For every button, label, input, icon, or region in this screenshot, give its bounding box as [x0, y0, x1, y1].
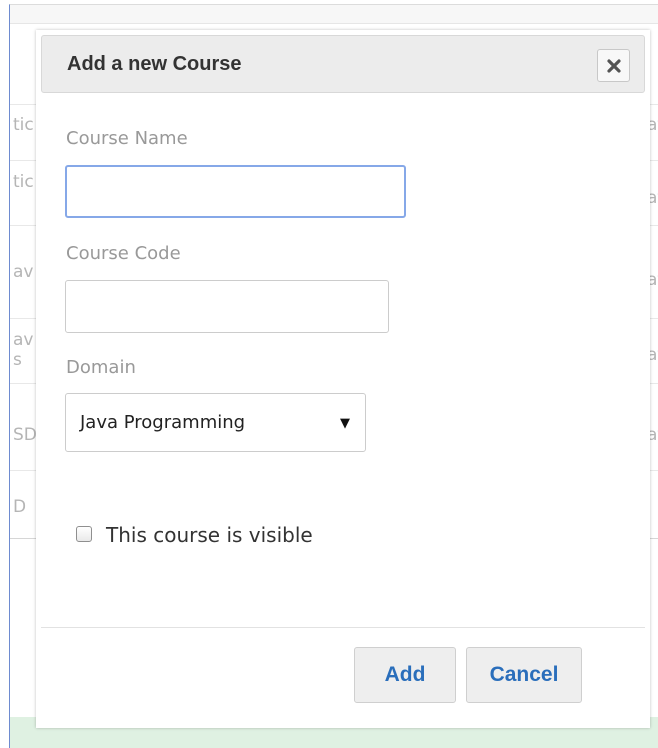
background-cell-text: tic [13, 115, 34, 135]
domain-select[interactable]: Java Programming ▼ [65, 393, 366, 452]
domain-selected-value: Java Programming [80, 412, 246, 433]
course-code-input[interactable] [65, 280, 389, 333]
background-cell-text: av [13, 262, 34, 282]
course-code-label: Course Code [66, 243, 181, 264]
close-icon [607, 59, 621, 73]
domain-label: Domain [66, 357, 136, 378]
course-name-label: Course Name [66, 128, 188, 149]
visible-checkbox[interactable] [76, 526, 92, 542]
background-cell-text: tic [13, 172, 34, 192]
add-course-dialog: Add a new Course Course Name Course Code… [36, 30, 650, 728]
background-cell-text: av [13, 330, 34, 350]
background-cell-text: D [13, 497, 27, 517]
course-name-input[interactable] [65, 165, 406, 218]
close-button[interactable] [597, 49, 630, 82]
background-header-band [10, 5, 658, 24]
background-cell-text: SD [13, 425, 37, 445]
dialog-footer-divider [41, 627, 645, 628]
add-button[interactable]: Add [354, 647, 456, 703]
dialog-title: Add a new Course [67, 53, 242, 75]
background-cell-text: s [13, 350, 22, 370]
visible-checkbox-label[interactable]: This course is visible [106, 523, 313, 547]
dropdown-arrow-icon: ▼ [340, 416, 350, 431]
cancel-button[interactable]: Cancel [466, 647, 582, 703]
dialog-header: Add a new Course [41, 35, 645, 93]
